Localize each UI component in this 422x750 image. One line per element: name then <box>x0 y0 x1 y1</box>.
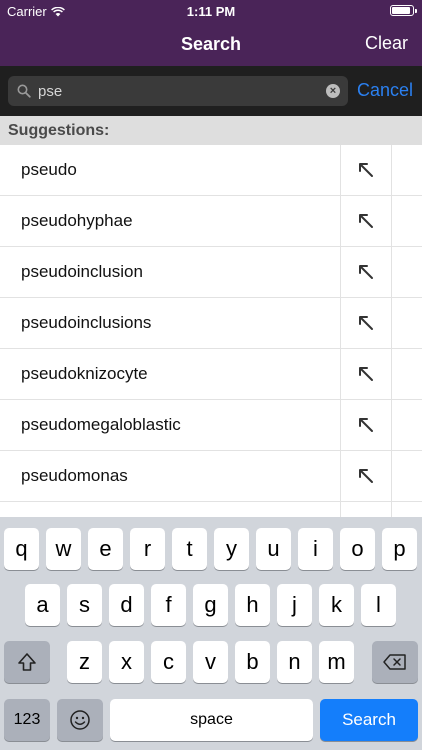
key[interactable]: f <box>151 584 186 626</box>
emoji-icon <box>70 710 90 730</box>
arrow-up-left-icon <box>359 265 373 279</box>
arrow-up-left-icon <box>359 214 373 228</box>
cancel-button[interactable]: Cancel <box>357 80 413 101</box>
key[interactable]: t <box>172 528 207 570</box>
suggestions-header: Suggestions: <box>0 116 422 145</box>
fill-suggestion-button[interactable] <box>340 400 392 450</box>
key[interactable]: r <box>130 528 165 570</box>
key[interactable]: a <box>25 584 60 626</box>
list-item-partial[interactable] <box>0 502 422 517</box>
key[interactable]: h <box>235 584 270 626</box>
key[interactable]: d <box>109 584 144 626</box>
fill-suggestion-button[interactable] <box>340 196 392 246</box>
key[interactable]: j <box>277 584 312 626</box>
clear-text-icon[interactable]: × <box>326 84 340 98</box>
key[interactable]: m <box>319 641 354 683</box>
key[interactable]: g <box>193 584 228 626</box>
shift-key[interactable] <box>4 641 50 683</box>
suggestion-label: pseudohyphae <box>21 211 133 230</box>
suggestion-label: pseudomonas <box>21 466 128 485</box>
search-bar: × Cancel <box>0 66 422 116</box>
fill-suggestion-button[interactable] <box>340 451 392 501</box>
search-field[interactable]: × <box>8 76 348 106</box>
key[interactable]: s <box>67 584 102 626</box>
shift-icon <box>18 653 36 671</box>
key[interactable]: q <box>4 528 39 570</box>
list-item[interactable]: pseudomonas <box>0 451 422 502</box>
fill-suggestion-button[interactable] <box>340 502 392 517</box>
arrow-up-left-icon <box>359 316 373 330</box>
key[interactable]: c <box>151 641 186 683</box>
status-bar: Carrier 1:11 PM <box>0 0 422 22</box>
suggestion-label: pseudo <box>21 160 77 179</box>
space-key[interactable]: space <box>110 699 313 741</box>
suggestions-header-label: Suggestions: <box>8 122 110 139</box>
key[interactable]: n <box>277 641 312 683</box>
search-icon <box>17 84 31 98</box>
arrow-up-left-icon <box>359 418 373 432</box>
key[interactable]: w <box>46 528 81 570</box>
list-item[interactable]: pseudo <box>0 145 422 196</box>
key[interactable]: i <box>298 528 333 570</box>
key[interactable]: z <box>67 641 102 683</box>
key[interactable]: o <box>340 528 375 570</box>
list-item[interactable]: pseudoinclusion <box>0 247 422 298</box>
fill-suggestion-button[interactable] <box>340 349 392 399</box>
key[interactable]: x <box>109 641 144 683</box>
key[interactable]: l <box>361 584 396 626</box>
suggestion-label: pseudoinclusions <box>21 313 152 332</box>
arrow-up-left-icon <box>359 469 373 483</box>
key[interactable]: y <box>214 528 249 570</box>
list-item[interactable]: pseudoinclusions <box>0 298 422 349</box>
list-item[interactable]: pseudohyphae <box>0 196 422 247</box>
list-item[interactable]: pseudoknizocyte <box>0 349 422 400</box>
key[interactable]: e <box>88 528 123 570</box>
clear-button[interactable]: Clear <box>365 33 408 54</box>
key[interactable]: b <box>235 641 270 683</box>
page-title: Search <box>180 34 242 54</box>
arrow-up-left-icon <box>359 367 373 381</box>
arrow-up-left-icon <box>359 163 373 177</box>
fill-suggestion-button[interactable] <box>340 145 392 195</box>
key[interactable]: p <box>382 528 417 570</box>
fill-suggestion-button[interactable] <box>340 298 392 348</box>
suggestion-label: pseudomegaloblastic <box>21 415 181 434</box>
numbers-key[interactable]: 123 <box>4 699 50 741</box>
suggestion-label: pseudoknizocyte <box>21 364 148 383</box>
key[interactable]: k <box>319 584 354 626</box>
battery-icon <box>390 5 417 16</box>
battery-level <box>392 7 410 14</box>
suggestion-label: pseudoinclusion <box>21 262 143 281</box>
fill-suggestion-button[interactable] <box>340 247 392 297</box>
list-item[interactable]: pseudomegaloblastic <box>0 400 422 451</box>
keyboard: q w e r t y u i o p a s d f g h j k l z … <box>0 517 422 750</box>
backspace-key[interactable] <box>372 641 418 683</box>
status-time: 1:11 PM <box>186 4 236 19</box>
search-input[interactable] <box>38 76 318 106</box>
nav-bar: Search Clear <box>0 22 422 66</box>
key[interactable]: u <box>256 528 291 570</box>
emoji-key[interactable] <box>57 699 103 741</box>
backspace-icon <box>383 654 406 670</box>
key[interactable]: v <box>193 641 228 683</box>
suggestions-list: pseudo pseudohyphae pseudoinclusion pseu… <box>0 145 422 517</box>
search-key[interactable]: Search <box>320 699 418 741</box>
